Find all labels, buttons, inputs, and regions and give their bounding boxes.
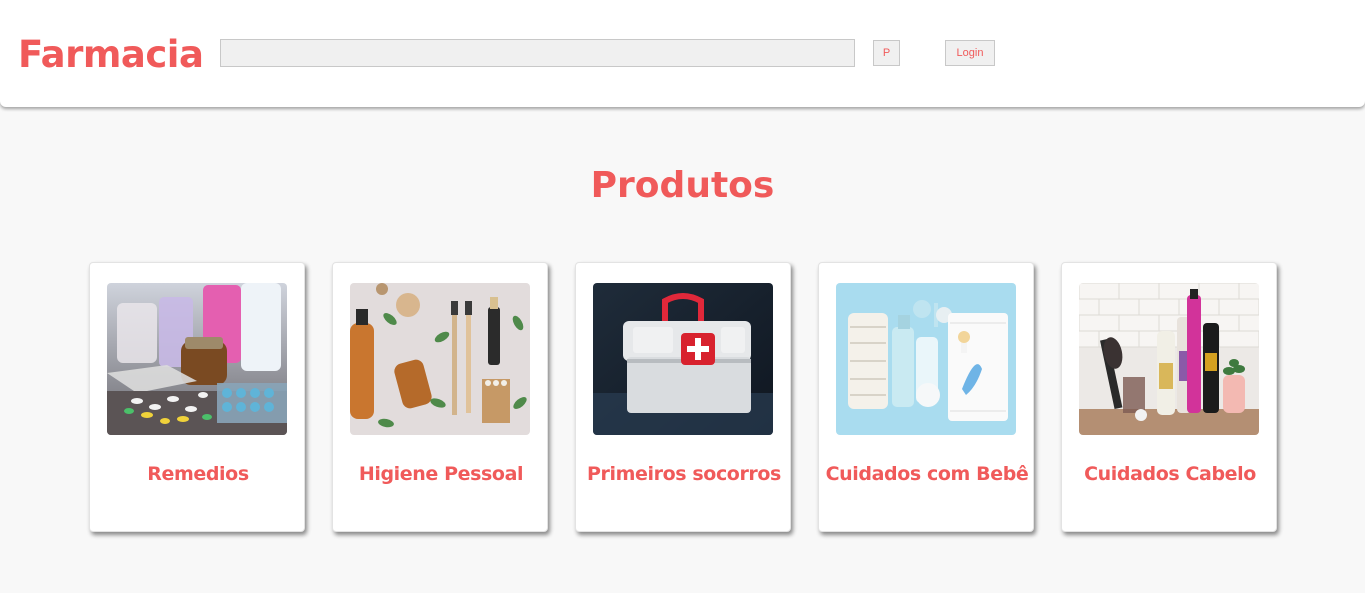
category-label: Higiene Pessoal: [358, 463, 524, 485]
page-title: Produtos: [590, 165, 775, 206]
category-label: Primeiros socorros: [587, 463, 781, 485]
category-label: Cuidados com Bebê: [825, 463, 1029, 485]
category-card-remedios[interactable]: Remedios: [89, 262, 305, 532]
login-button[interactable]: Login: [945, 40, 995, 66]
baby-care-products-image: [836, 283, 1016, 435]
search-input[interactable]: [220, 39, 855, 67]
first-aid-kit-image: [593, 283, 773, 435]
logo[interactable]: Farmacia: [18, 32, 204, 78]
hair-care-products-image: [1079, 283, 1259, 435]
pills-and-medicine-bottles-image: [107, 283, 287, 435]
category-card-cuidados-bebe[interactable]: Cuidados com Bebê: [818, 262, 1034, 532]
category-card-cuidados-cabelo[interactable]: Cuidados Cabelo: [1061, 262, 1277, 532]
header: Farmacia P Login: [0, 0, 1365, 107]
hygiene-products-image: [350, 283, 530, 435]
category-label: Cuidados Cabelo: [1084, 463, 1256, 485]
category-card-higiene-pessoal[interactable]: Higiene Pessoal: [332, 262, 548, 532]
search-button[interactable]: P: [873, 40, 900, 66]
category-label: Remedios: [147, 463, 249, 485]
category-card-primeiros-socorros[interactable]: Primeiros socorros: [575, 262, 791, 532]
product-categories: Remedios Higiene Pessoal Primeiros socor…: [89, 262, 1279, 532]
